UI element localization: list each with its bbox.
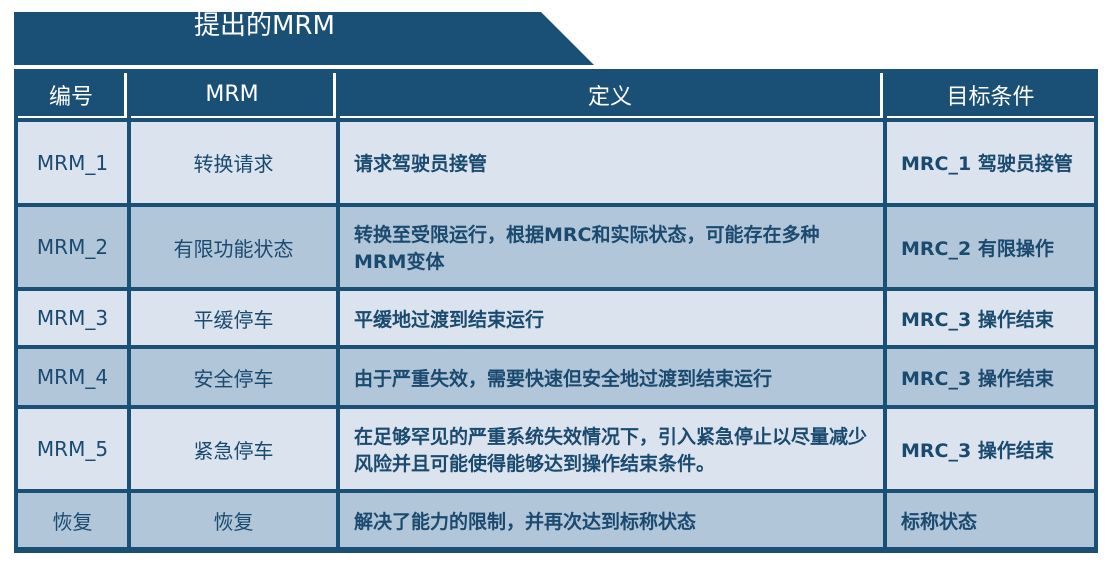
cell-id: MRM_2 — [18, 207, 127, 287]
mrm-table: 编号 MRM 定义 目标条件 MRM_1 转换请求 请求驾驶员接管 MRC_1 … — [14, 69, 1098, 551]
cell-definition: 请求驾驶员接管 — [340, 122, 883, 203]
table-header-row: 编号 MRM 定义 目标条件 — [18, 73, 1094, 118]
cell-mrm: 平缓停车 — [131, 291, 336, 345]
cell-id: MRM_4 — [18, 349, 127, 405]
cell-id: MRM_5 — [18, 409, 127, 489]
cell-definition: 在足够罕见的严重系统失效情况下，引入紧急停止以尽量减少风险并且可能使得能够达到操… — [340, 409, 883, 489]
cell-definition: 平缓地过渡到结束运行 — [340, 291, 883, 345]
table-row: MRM_4 安全停车 由于严重失效，需要快速但安全地过渡到结束运行 MRC_3 … — [18, 349, 1094, 405]
header-mrm: MRM — [131, 73, 336, 118]
cell-mrm: 安全停车 — [131, 349, 336, 405]
cell-target: MRC_2 有限操作 — [887, 207, 1094, 287]
cell-mrm: 紧急停车 — [131, 409, 336, 489]
header-target-condition: 目标条件 — [887, 73, 1094, 118]
header-id: 编号 — [18, 73, 127, 118]
table-row: MRM_2 有限功能状态 转换至受限运行，根据MRC和实际状态，可能存在多种MR… — [18, 207, 1094, 287]
table-row: 恢复 恢复 解决了能力的限制，并再次达到标称状态 标称状态 — [18, 493, 1094, 547]
cell-mrm: 恢复 — [131, 493, 336, 547]
cell-id: 恢复 — [18, 493, 127, 547]
cell-mrm: 有限功能状态 — [131, 207, 336, 287]
header-definition: 定义 — [340, 73, 883, 118]
cell-id: MRM_1 — [18, 122, 127, 203]
mrm-table-container: 编号 MRM 定义 目标条件 MRM_1 转换请求 请求驾驶员接管 MRC_1 … — [14, 69, 1098, 553]
table-row: MRM_1 转换请求 请求驾驶员接管 MRC_1 驾驶员接管 — [18, 122, 1094, 203]
cell-id: MRM_3 — [18, 291, 127, 345]
cell-target: MRC_3 操作结束 — [887, 349, 1094, 405]
cell-target: MRC_1 驾驶员接管 — [887, 122, 1094, 203]
cell-mrm: 转换请求 — [131, 122, 336, 203]
cell-target: 标称状态 — [887, 493, 1094, 547]
cell-definition: 转换至受限运行，根据MRC和实际状态，可能存在多种MRM变体 — [340, 207, 883, 287]
cell-target: MRC_3 操作结束 — [887, 409, 1094, 489]
page-title: 提出的MRM — [194, 11, 335, 41]
table-row: MRM_3 平缓停车 平缓地过渡到结束运行 MRC_3 操作结束 — [18, 291, 1094, 345]
cell-definition: 解决了能力的限制，并再次达到标称状态 — [340, 493, 883, 547]
cell-target: MRC_3 操作结束 — [887, 291, 1094, 345]
cell-definition: 由于严重失效，需要快速但安全地过渡到结束运行 — [340, 349, 883, 405]
table-row: MRM_5 紧急停车 在足够罕见的严重系统失效情况下，引入紧急停止以尽量减少风险… — [18, 409, 1094, 489]
